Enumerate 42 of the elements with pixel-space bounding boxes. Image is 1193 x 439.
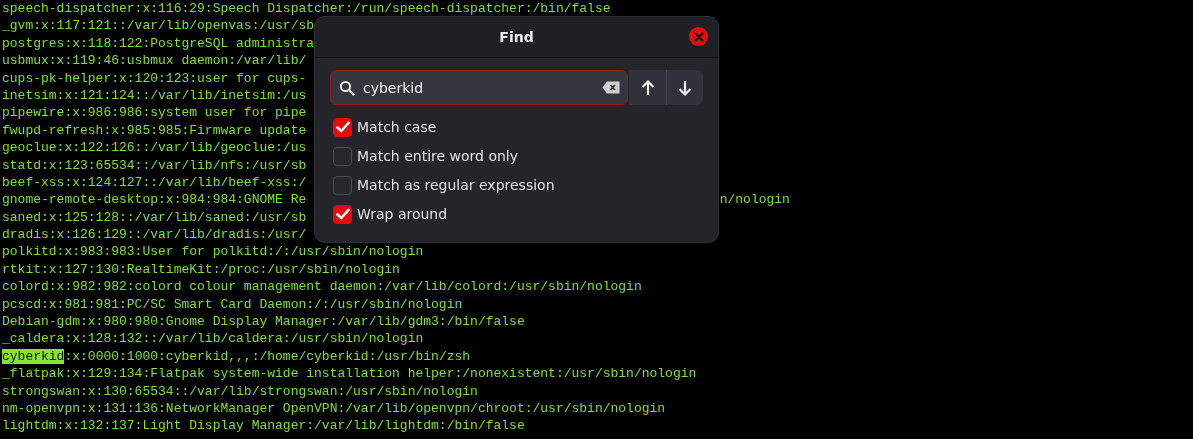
terminal-line: _caldera:x:128:132::/var/lib/caldera:/usr/sbin/nologin — [2, 331, 424, 347]
terminal-line: pcscd:x:981:981:PC/SC Smart Card Daemon:/:/usr/sbin/nologin — [2, 296, 463, 312]
terminal-line: nm-openvpn:x:131:136:NetworkManager OpenVPN:/var/lib/openvpn/chroot:/usr/sbin/nologin — [2, 401, 666, 416]
clear-icon[interactable] — [602, 81, 620, 94]
terminal-line: :x:0000:1000:cyberkid,,,:/home/cyberkid:/usr/bin/zsh — [64, 348, 471, 364]
terminal-line: _flatpak:x:129:134:Flatpak system-wide installation helper:/nonexistent:/usr/sbin/nologin — [2, 366, 697, 382]
terminal-line: polkitd:x:983:983:User for polkitd:/:/usr/sbin/nologin — [2, 244, 424, 260]
arrow-down-icon — [678, 79, 692, 96]
search-field[interactable]: cyberkid — [330, 70, 628, 105]
terminal-line: beef-xss:x:124:127::/var/lib/beef-xss:/ — [2, 174, 307, 190]
close-icon — [693, 31, 704, 42]
terminal-line: lightdm:x:132:137:Light Display Manager:/var/lib/lightdm:/bin/false — [2, 418, 525, 434]
dialog-title: Find — [499, 29, 534, 45]
search-match: cyberkid — [2, 348, 65, 364]
close-button[interactable] — [689, 27, 708, 46]
terminal-line: postgres:x:118:122:PostgreSQL administra — [2, 35, 315, 51]
option-label: Match as regular expression — [357, 177, 555, 193]
arrow-up-icon — [640, 79, 655, 96]
terminal-line: colord:x:982:982:colord colour management daemon:/var/lib/colord:/usr/sbin/nologin — [2, 279, 642, 295]
checkbox[interactable] — [333, 117, 352, 137]
terminal-line: inetsim:x:121:124::/var/lib/inetsim:/us — [2, 87, 307, 103]
option-label: Match case — [357, 119, 437, 135]
terminal-line: rtkit:x:127:130:RealtimeKit:/proc:/usr/sbin/nologin — [2, 261, 400, 277]
terminal-line: gnome-remote-desktop:x:984:984:GNOME Re — [2, 192, 307, 208]
terminal-line: cups-pk-helper:x:120:123:user for cups- — [2, 70, 307, 86]
option-label: Wrap around — [357, 206, 448, 222]
terminal-line: speech-dispatcher:x:116:29:Speech Dispatcher:/run/speech-dispatcher:/bin/false — [2, 1, 611, 16]
terminal-line: pipewire:x:986:986:system user for pipe — [2, 105, 307, 121]
terminal-line: saned:x:125:128::/var/lib/saned:/usr/sb — [2, 209, 307, 225]
terminal-line: geoclue:x:122:126::/var/lib/geoclue:/us — [2, 140, 307, 156]
option-label: Match entire word only — [357, 148, 519, 164]
terminal-line: Debian-gdm:x:980:980:Gnome Display Manager:/var/lib/gdm3:/bin/false — [2, 314, 525, 330]
terminal-line: n/nologin — [719, 191, 790, 209]
checkbox[interactable] — [333, 204, 352, 224]
terminal-line: usbmux:x:119:46:usbmux daemon:/var/lib/ — [2, 53, 307, 69]
terminal-line: statd:x:123:65534::/var/lib/nfs:/usr/sb — [2, 157, 307, 173]
terminal-line: _gvm:x:117:121::/var/lib/openvas:/usr/sb — [2, 18, 315, 34]
terminal-line: fwupd-refresh:x:985:985:Firmware update — [2, 122, 307, 138]
checkbox[interactable] — [333, 175, 352, 195]
terminal-line: strongswan:x:130:65534::/var/lib/strongswan:/usr/sbin/nologin — [2, 383, 478, 399]
terminal-line: dradis:x:126:129::/var/lib/dradis:/usr/ — [2, 227, 307, 243]
checkbox[interactable] — [333, 146, 352, 166]
